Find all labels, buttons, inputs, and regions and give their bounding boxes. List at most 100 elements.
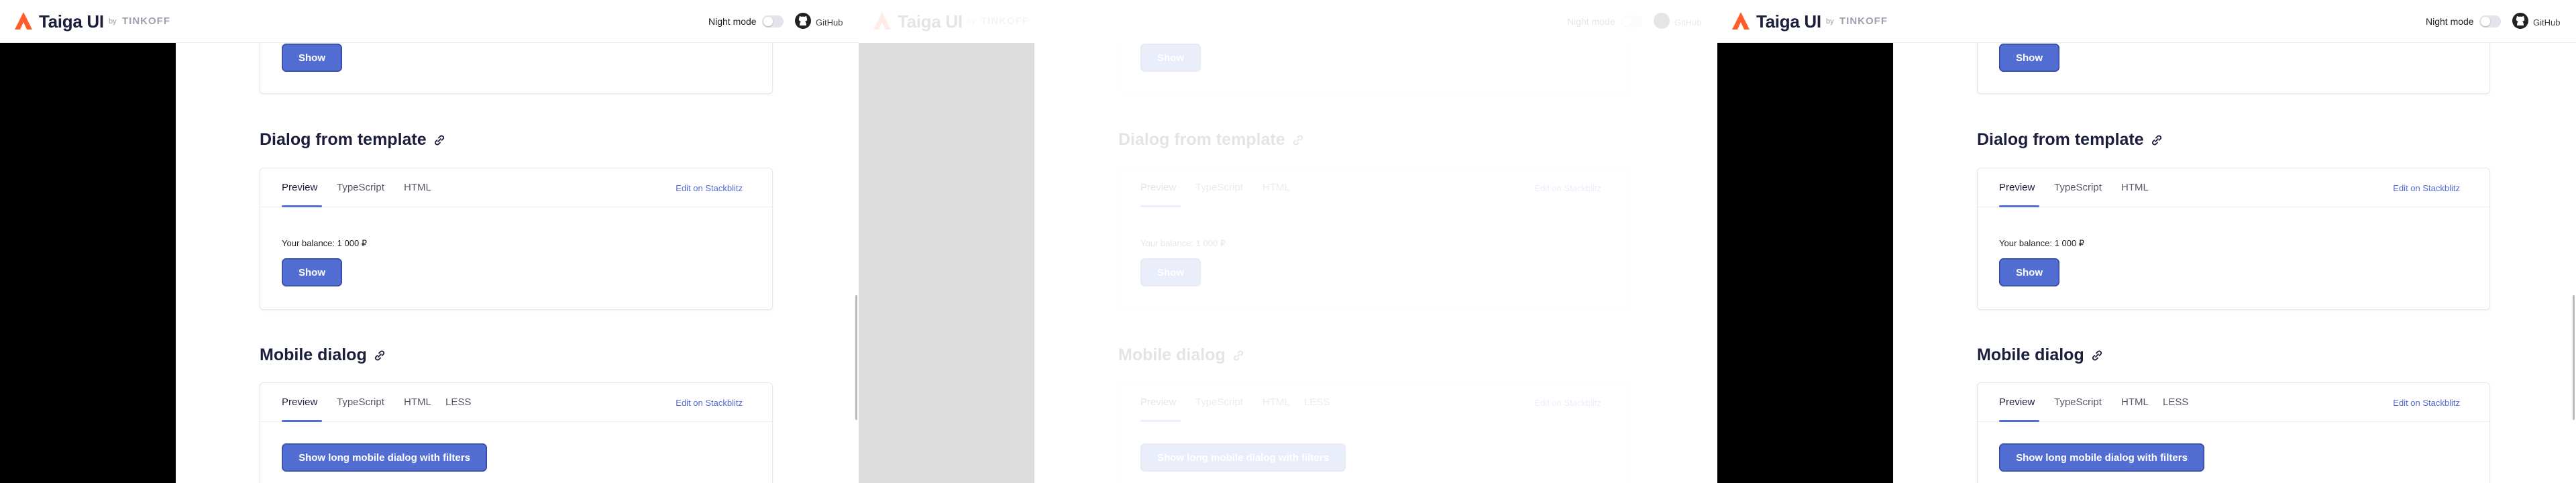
- night-mode-toggle[interactable]: [2479, 15, 2501, 28]
- tab-html[interactable]: HTML: [1263, 396, 1290, 408]
- company-label: TINKOFF: [981, 15, 1029, 27]
- tab-preview[interactable]: Preview: [1999, 182, 2035, 193]
- tab-typescript[interactable]: TypeScript: [337, 396, 384, 408]
- github-link[interactable]: GitHub: [2533, 17, 2560, 28]
- show-button-top[interactable]: Show: [1999, 44, 2059, 72]
- show-dialog-button[interactable]: Show: [1999, 258, 2059, 286]
- taiga-logo-icon[interactable]: [872, 11, 892, 31]
- show-button-top[interactable]: Show: [1140, 44, 1201, 72]
- screen-panel-3: Taiga UI by TINKOFF Night mode GitHub Sh…: [1717, 0, 2576, 483]
- edit-on-stackblitz-link[interactable]: Edit on Stackblitz: [2393, 183, 2460, 193]
- dialog-template-example-card: Preview TypeScript HTML Edit on Stackbli…: [1977, 168, 2490, 310]
- edit-on-stackblitz-link[interactable]: Edit on Stackblitz: [676, 398, 743, 408]
- github-icon[interactable]: [2512, 12, 2529, 30]
- dialog-template-title: Dialog from template: [260, 130, 427, 149]
- main-content: Show Dialog from template Preview TypeSc…: [176, 0, 859, 483]
- github-icon[interactable]: [794, 12, 812, 30]
- example-tabs: Preview TypeScript HTML LESS Edit on Sta…: [1978, 383, 2489, 422]
- page-scrollbar[interactable]: [2573, 295, 2575, 420]
- show-dialog-button[interactable]: Show: [1140, 258, 1201, 286]
- github-icon[interactable]: [1653, 12, 1670, 30]
- tab-preview[interactable]: Preview: [1999, 396, 2035, 408]
- tab-preview[interactable]: Preview: [1140, 182, 1176, 193]
- active-tab-indicator: [1140, 420, 1181, 422]
- night-mode-label: Night mode: [708, 16, 757, 27]
- balance-text: Your balance: 1 000 ₽: [1140, 238, 1226, 248]
- mobile-dialog-example-card: Preview TypeScript HTML LESS Edit on Sta…: [1118, 382, 1631, 483]
- night-mode-toggle[interactable]: [1621, 15, 1642, 28]
- edit-on-stackblitz-link[interactable]: Edit on Stackblitz: [2393, 398, 2460, 408]
- tab-preview[interactable]: Preview: [282, 396, 317, 408]
- section-title-mobile-dialog: Mobile dialog: [1977, 345, 2104, 365]
- screen-panel-1: Taiga UI by TINKOFF Night mode GitHub Sh…: [0, 0, 859, 483]
- link-icon[interactable]: [432, 133, 447, 148]
- page-scrollbar[interactable]: [855, 295, 857, 420]
- active-tab-indicator: [282, 420, 322, 422]
- tab-less[interactable]: LESS: [445, 396, 471, 408]
- tab-html[interactable]: HTML: [2121, 182, 2149, 193]
- balance-text: Your balance: 1 000 ₽: [282, 238, 368, 248]
- tab-html[interactable]: HTML: [404, 396, 431, 408]
- mobile-dialog-title: Mobile dialog: [260, 345, 367, 364]
- stage: Taiga UI by TINKOFF Night mode GitHub Sh…: [0, 0, 2576, 483]
- toggle-knob: [763, 17, 773, 26]
- top-header: Taiga UI by TINKOFF Night mode GitHub: [859, 0, 1717, 43]
- brand-name[interactable]: Taiga UI: [1756, 11, 1821, 32]
- balance-text: Your balance: 1 000 ₽: [1999, 238, 2085, 248]
- sidebar-area: [1717, 43, 1893, 483]
- show-dialog-button[interactable]: Show: [282, 258, 342, 286]
- dialog-template-example-card: Preview TypeScript HTML Edit on Stackbli…: [260, 168, 773, 310]
- link-icon[interactable]: [372, 348, 387, 363]
- dialog-template-title: Dialog from template: [1118, 130, 1285, 149]
- company-label: TINKOFF: [1839, 15, 1888, 27]
- brand-name[interactable]: Taiga UI: [898, 11, 963, 32]
- tab-preview[interactable]: Preview: [1140, 396, 1176, 408]
- active-tab-indicator: [282, 205, 322, 207]
- tab-typescript[interactable]: TypeScript: [1195, 182, 1243, 193]
- toggle-knob: [2481, 17, 2490, 26]
- tab-less[interactable]: LESS: [1304, 396, 1330, 408]
- tab-typescript[interactable]: TypeScript: [2054, 396, 2102, 408]
- screen-panel-2: Taiga UI by TINKOFF Night mode GitHub Sh…: [859, 0, 1717, 483]
- github-link[interactable]: GitHub: [1674, 17, 1701, 28]
- edit-on-stackblitz-link[interactable]: Edit on Stackblitz: [1534, 398, 1601, 408]
- tab-html[interactable]: HTML: [404, 182, 431, 193]
- toggle-knob: [1622, 17, 1631, 26]
- edit-on-stackblitz-link[interactable]: Edit on Stackblitz: [676, 183, 743, 193]
- tab-preview[interactable]: Preview: [282, 182, 317, 193]
- github-link[interactable]: GitHub: [816, 17, 843, 28]
- example-tabs: Preview TypeScript HTML Edit on Stackbli…: [1119, 168, 1631, 207]
- mobile-dialog-title: Mobile dialog: [1977, 345, 2084, 364]
- night-mode-toggle[interactable]: [762, 15, 784, 28]
- tab-typescript[interactable]: TypeScript: [2054, 182, 2102, 193]
- show-mobile-dialog-button[interactable]: Show long mobile dialog with filters: [1140, 443, 1346, 472]
- link-icon[interactable]: [2090, 348, 2104, 363]
- tab-less[interactable]: LESS: [2163, 396, 2188, 408]
- section-title-dialog-template: Dialog from template: [260, 130, 447, 150]
- example-tabs: Preview TypeScript HTML LESS Edit on Sta…: [260, 383, 772, 422]
- top-header: Taiga UI by TINKOFF Night mode GitHub: [1717, 0, 2576, 43]
- section-title-dialog-template: Dialog from template: [1977, 130, 2164, 150]
- section-title-mobile-dialog: Mobile dialog: [1118, 345, 1246, 365]
- active-tab-indicator: [1999, 205, 2039, 207]
- link-icon[interactable]: [1231, 348, 1246, 363]
- night-mode-label: Night mode: [1567, 16, 1615, 27]
- brand-name[interactable]: Taiga UI: [39, 11, 104, 32]
- tab-typescript[interactable]: TypeScript: [337, 182, 384, 193]
- show-button-top[interactable]: Show: [282, 44, 342, 72]
- link-icon[interactable]: [1291, 133, 1305, 148]
- show-mobile-dialog-button[interactable]: Show long mobile dialog with filters: [1999, 443, 2204, 472]
- main-content: Show Dialog from template Preview TypeSc…: [1893, 0, 2576, 483]
- show-mobile-dialog-button[interactable]: Show long mobile dialog with filters: [282, 443, 487, 472]
- by-label: by: [1826, 17, 1834, 25]
- taiga-logo-icon[interactable]: [1731, 11, 1751, 31]
- tab-html[interactable]: HTML: [1263, 182, 1290, 193]
- dialog-template-title: Dialog from template: [1977, 130, 2144, 149]
- taiga-logo-icon[interactable]: [13, 11, 34, 31]
- link-icon[interactable]: [2149, 133, 2164, 148]
- edit-on-stackblitz-link[interactable]: Edit on Stackblitz: [1534, 183, 1601, 193]
- example-tabs: Preview TypeScript HTML Edit on Stackbli…: [1978, 168, 2489, 207]
- tab-typescript[interactable]: TypeScript: [1195, 396, 1243, 408]
- tab-html[interactable]: HTML: [2121, 396, 2149, 408]
- top-header: Taiga UI by TINKOFF Night mode GitHub: [0, 0, 859, 43]
